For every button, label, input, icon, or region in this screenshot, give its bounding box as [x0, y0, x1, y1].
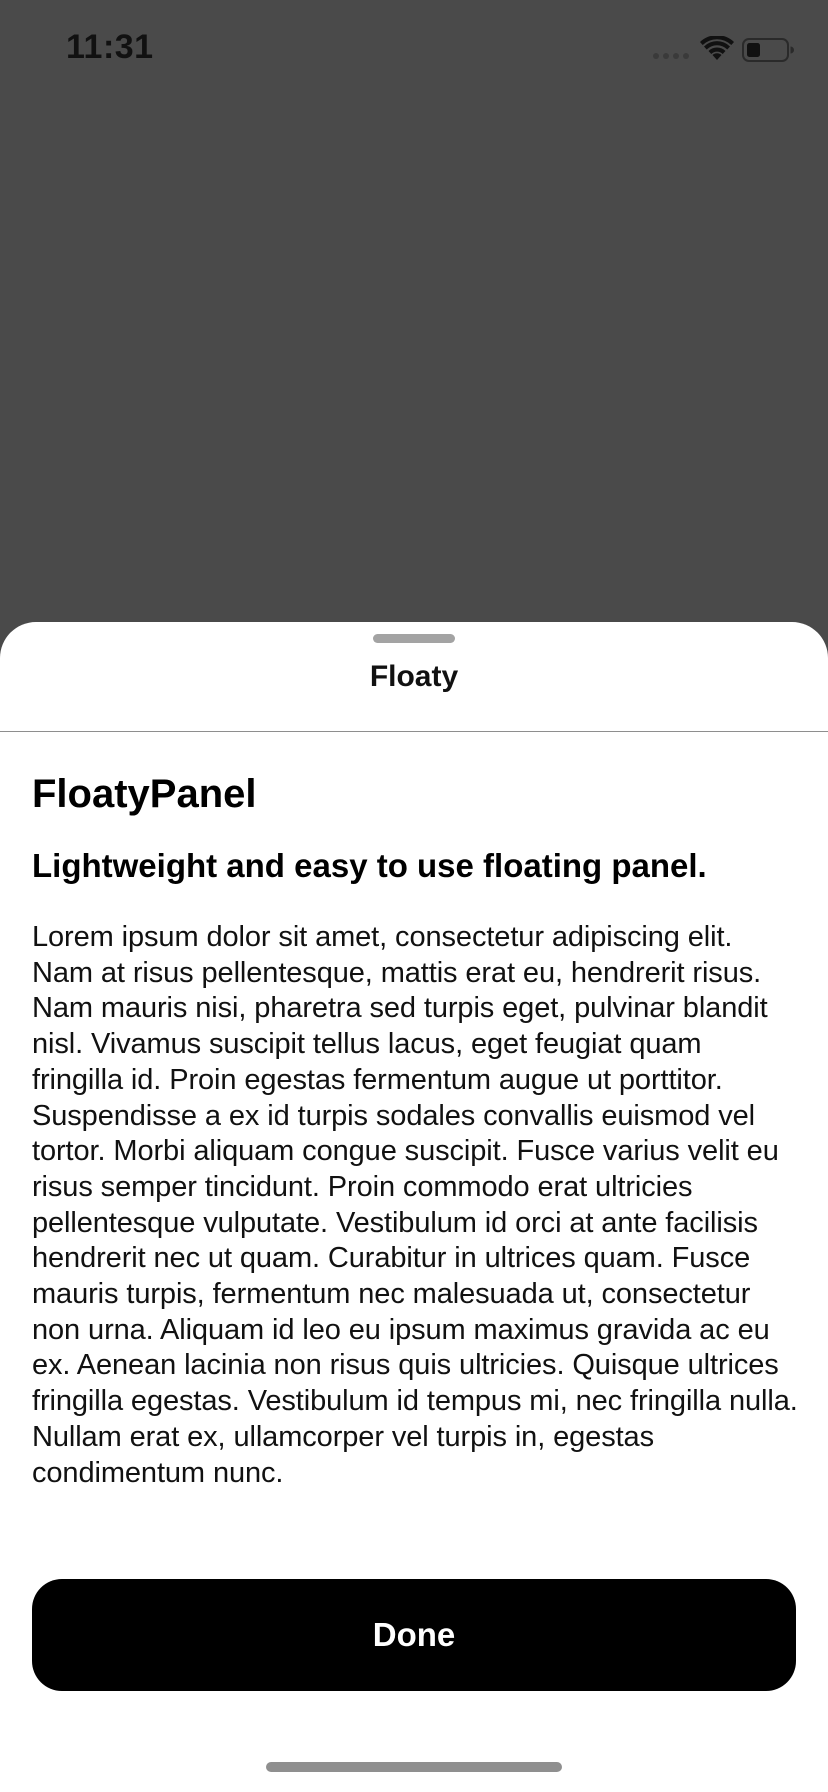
- screen: 11:31 Floaty FloatyPanel Lightweight and…: [0, 0, 828, 1792]
- panel-body-text: Lorem ipsum dolor sit amet, consectetur …: [32, 921, 798, 1489]
- wifi-icon: [700, 36, 734, 60]
- home-indicator[interactable]: [266, 1762, 562, 1772]
- panel-content: FloatyPanel Lightweight and easy to use …: [32, 770, 798, 1491]
- floating-panel[interactable]: Floaty FloatyPanel Lightweight and easy …: [0, 622, 828, 1792]
- done-button[interactable]: Done: [32, 1579, 796, 1691]
- panel-heading: FloatyPanel: [32, 772, 257, 816]
- panel-title: Floaty: [369, 660, 459, 693]
- panel-subheading: Lightweight and easy to use floating pan…: [32, 847, 707, 884]
- panel-grabber-handle[interactable]: [373, 634, 455, 643]
- status-time: 11:31: [66, 28, 154, 66]
- cellular-signal-icon: [653, 53, 689, 59]
- panel-divider: [0, 731, 828, 732]
- status-bar: 11:31: [0, 0, 828, 100]
- battery-icon: [742, 38, 794, 62]
